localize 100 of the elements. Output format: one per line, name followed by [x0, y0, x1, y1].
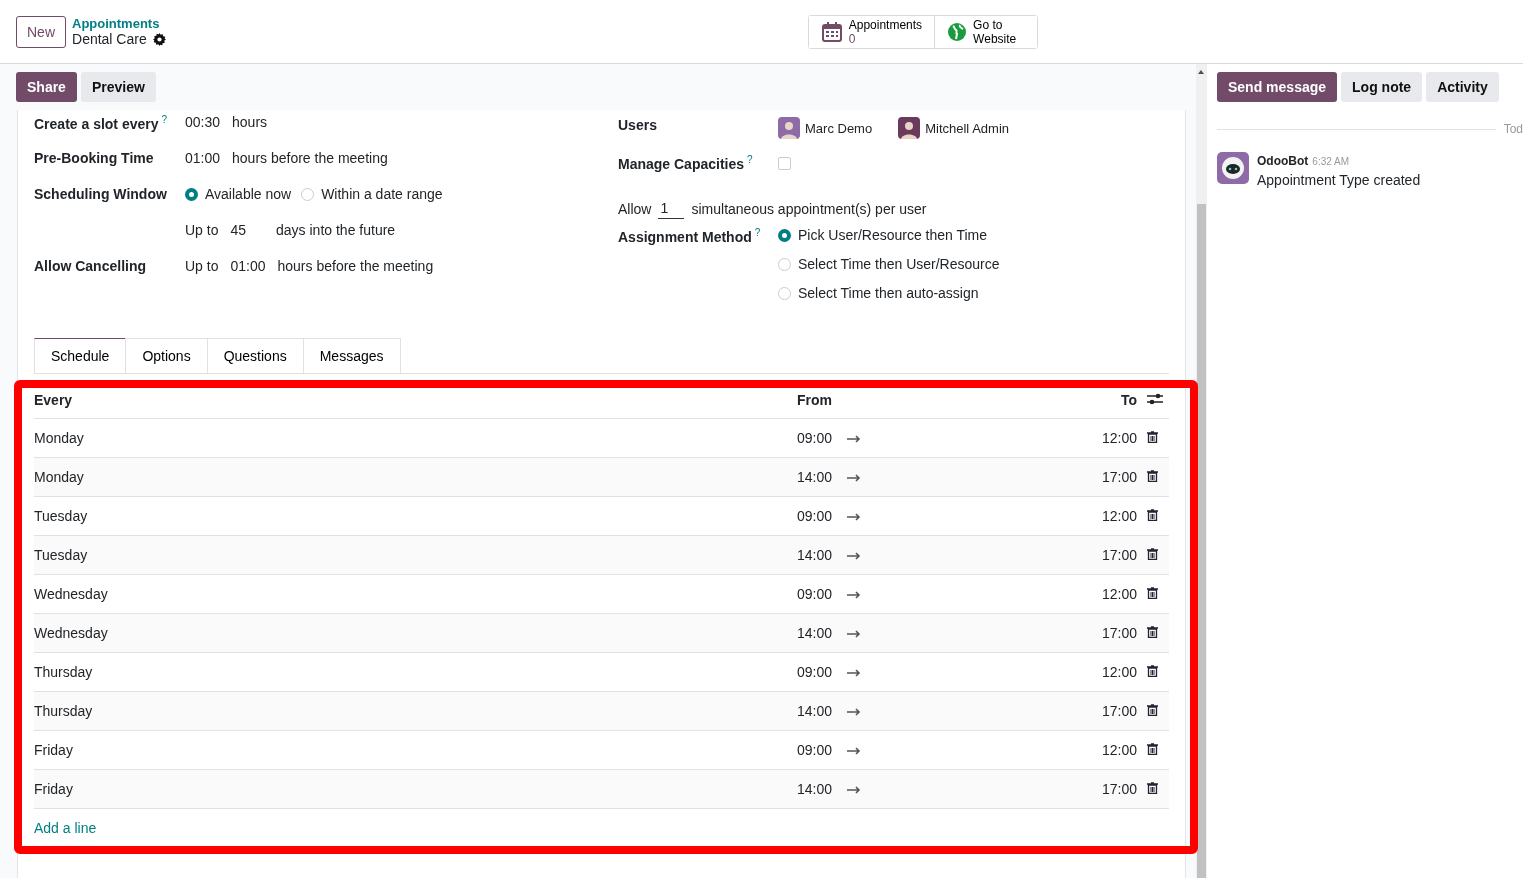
message-body: Appointment Type created [1257, 172, 1421, 188]
arrow-right-icon [847, 630, 861, 638]
chatter-button[interactable]: Log note [1341, 72, 1423, 102]
user-avatar-icon [778, 117, 800, 139]
field-label: Create a slot every [34, 115, 159, 132]
radio-button[interactable] [778, 228, 791, 242]
table-cell: 09:00 [797, 508, 833, 524]
table-cell: 14:00 [797, 703, 833, 719]
user-tag[interactable]: Mitchell Admin [898, 117, 1009, 139]
trash-icon[interactable] [1147, 626, 1158, 638]
trash-icon[interactable] [1147, 509, 1158, 521]
field-label: Users [618, 117, 658, 133]
table-cell: 12:00 [1101, 508, 1137, 524]
input-field[interactable]: 1 [658, 199, 685, 219]
field-value[interactable]: 45 [230, 222, 247, 238]
help-mark[interactable]: ? [754, 227, 761, 238]
field-suffix: days into the future [276, 222, 396, 238]
table-cell: Tuesday [34, 508, 88, 524]
field-value[interactable]: 01:00 [185, 150, 221, 166]
table-cell: 14:00 [797, 469, 833, 485]
robot-avatar-icon [1217, 152, 1249, 184]
table-cell: 09:00 [797, 430, 833, 446]
table-cell: Thursday [34, 703, 93, 719]
record-title: Dental Care [72, 31, 147, 47]
tab[interactable]: Schedule [34, 338, 127, 373]
table-cell: Tuesday [34, 547, 88, 563]
table-cell: Wednesday [34, 586, 108, 602]
column-header[interactable]: From [797, 392, 832, 408]
radio-option[interactable]: Select Time then auto-assign [778, 285, 1159, 301]
radio-option[interactable]: Pick User/Resource then Time [778, 227, 1159, 243]
table-cell: Friday [34, 742, 73, 758]
radio-option[interactable]: Within a date range [301, 186, 443, 202]
radio-option[interactable]: Available now [185, 186, 292, 202]
help-mark[interactable]: ? [747, 154, 753, 165]
table-cell: Monday [34, 430, 84, 446]
column-header[interactable]: Every [34, 392, 73, 408]
table-cell: 17:00 [1101, 781, 1137, 797]
table-cell: Thursday [34, 664, 93, 680]
table-cell: 17:00 [1101, 625, 1137, 641]
trash-icon[interactable] [1147, 704, 1158, 716]
field-label: Scheduling Window [34, 186, 167, 202]
table-cell: 12:00 [1101, 742, 1137, 758]
new-button[interactable]: New [16, 15, 66, 48]
field-suffix: hours before the meeting [277, 258, 434, 274]
trash-icon[interactable] [1147, 782, 1158, 794]
arrow-right-icon [847, 669, 861, 677]
chatter-button[interactable]: Activity [1426, 72, 1499, 102]
field-label: Allow Cancelling [34, 258, 146, 274]
arrow-right-icon [847, 708, 861, 716]
field-suffix: simultaneous appointment(s) per user [691, 201, 927, 217]
trash-icon[interactable] [1147, 587, 1158, 599]
field-label: Pre-Booking Time [34, 150, 154, 166]
action-button[interactable]: Preview [80, 72, 156, 102]
radio-option[interactable]: Select Time then User/Resource [778, 256, 1159, 272]
table-cell: 14:00 [797, 547, 833, 563]
table-cell: 17:00 [1101, 469, 1137, 485]
trash-icon[interactable] [1147, 665, 1158, 677]
field-value[interactable]: 01:00 [230, 258, 266, 274]
trash-icon[interactable] [1147, 431, 1158, 443]
tab[interactable]: Messages [302, 338, 401, 373]
trash-icon[interactable] [1147, 548, 1158, 560]
user-avatar-icon [898, 117, 921, 139]
date-separator: Tod [1503, 122, 1523, 136]
arrow-right-icon [847, 435, 861, 443]
action-button[interactable]: Share [16, 72, 77, 102]
table-cell: 09:00 [797, 586, 833, 602]
add-line-link[interactable]: Add a line [34, 820, 97, 836]
table-cell: 09:00 [797, 742, 833, 758]
smart-button[interactable]: Go to Website [934, 15, 1038, 48]
table-cell: 12:00 [1101, 664, 1137, 680]
message-time: 6:32 AM [1312, 156, 1350, 167]
radio-button[interactable] [185, 187, 198, 201]
table-cell: 12:00 [1101, 586, 1137, 602]
scrollbar[interactable] [1196, 64, 1207, 878]
table-cell: 09:00 [797, 664, 833, 680]
chatter-button[interactable]: Send message [1217, 72, 1338, 102]
help-mark[interactable]: ? [161, 114, 168, 125]
field-prefix: Allow [618, 201, 652, 217]
table-cell: 17:00 [1101, 703, 1137, 719]
table-cell: 12:00 [1101, 430, 1137, 446]
field-label: Manage Capacities [618, 155, 745, 172]
user-tag[interactable]: Marc Demo [778, 117, 873, 139]
trash-icon[interactable] [1147, 743, 1158, 755]
checkbox[interactable] [778, 157, 791, 170]
globe-icon [947, 21, 968, 42]
arrow-right-icon [847, 747, 861, 755]
gear-icon[interactable] [152, 32, 166, 46]
arrow-right-icon [847, 591, 861, 599]
field-suffix: hours before the meeting [232, 150, 388, 166]
table-cell: 14:00 [797, 781, 833, 797]
field-prefix: Up to [185, 222, 219, 238]
field-value[interactable]: 00:30 [185, 114, 221, 130]
breadcrumb-link[interactable]: Appointments [72, 16, 166, 31]
trash-icon[interactable] [1147, 470, 1158, 482]
column-header[interactable]: To [1120, 392, 1137, 408]
field-prefix: Up to [185, 258, 219, 274]
table-cell: 14:00 [797, 625, 833, 641]
column-settings-icon[interactable] [1147, 391, 1163, 406]
arrow-right-icon [847, 513, 861, 521]
table-cell: Wednesday [34, 625, 108, 641]
